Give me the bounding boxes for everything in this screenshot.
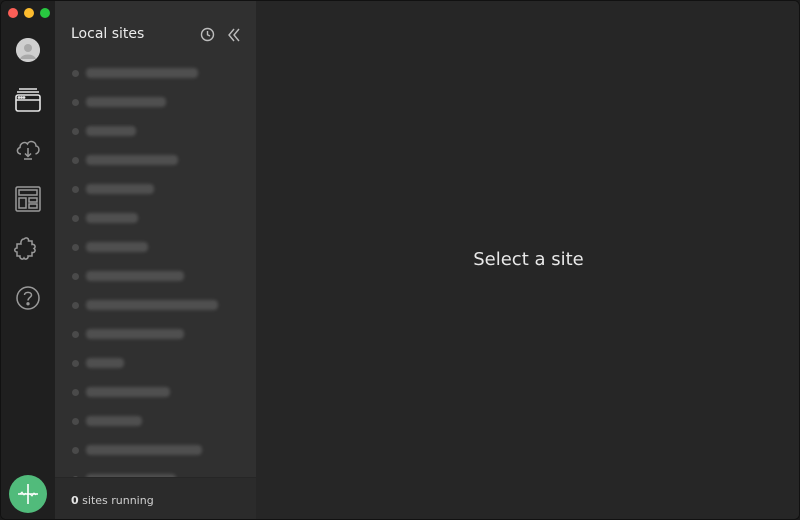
site-name-redacted <box>86 97 166 107</box>
avatar[interactable] <box>16 38 40 62</box>
site-name-redacted <box>86 445 202 455</box>
list-item[interactable] <box>55 175 256 204</box>
list-item[interactable] <box>55 233 256 262</box>
site-name-redacted <box>86 184 154 194</box>
help-icon[interactable] <box>14 284 42 312</box>
site-name-redacted <box>86 329 184 339</box>
add-site-button[interactable] <box>9 475 47 513</box>
site-name-redacted <box>86 271 184 281</box>
list-item[interactable] <box>55 88 256 117</box>
site-status-dot <box>72 331 79 338</box>
site-status-dot <box>72 273 79 280</box>
list-item[interactable] <box>55 378 256 407</box>
main-panel: Select a site <box>256 1 799 519</box>
list-item[interactable] <box>55 407 256 436</box>
minimize-window-button[interactable] <box>24 8 34 18</box>
blueprints-icon[interactable] <box>14 185 42 213</box>
site-status-dot <box>72 215 79 222</box>
window-controls <box>8 8 50 18</box>
close-window-button[interactable] <box>8 8 18 18</box>
list-item[interactable] <box>55 320 256 349</box>
cloud-download-icon[interactable] <box>14 135 42 163</box>
list-item[interactable] <box>55 59 256 88</box>
site-name-redacted <box>86 387 170 397</box>
site-name-redacted <box>86 358 124 368</box>
sites-running-status: 0 sites running <box>71 494 154 507</box>
list-item[interactable] <box>55 291 256 320</box>
site-status-dot <box>72 302 79 309</box>
site-status-dot <box>72 157 79 164</box>
list-item[interactable] <box>55 204 256 233</box>
sites-sidebar: Local sites 0 sites running <box>55 1 256 519</box>
site-status-dot <box>72 70 79 77</box>
plus-icon <box>18 484 38 504</box>
site-status-dot <box>72 186 79 193</box>
sites-running-label: sites running <box>78 494 154 507</box>
sites-icon[interactable] <box>14 86 42 114</box>
site-status-dot <box>72 360 79 367</box>
site-status-dot <box>72 447 79 454</box>
list-item[interactable] <box>55 436 256 465</box>
sites-running-count: 0 <box>71 494 79 507</box>
sidebar-footer: 0 sites running <box>55 477 256 519</box>
app-window: Local sites 0 sites running Select a sit… <box>0 0 800 520</box>
collapse-sidebar-icon[interactable] <box>227 27 241 46</box>
navigation-rail <box>1 1 55 519</box>
list-item[interactable] <box>55 349 256 378</box>
site-status-dot <box>72 244 79 251</box>
site-list <box>55 59 256 477</box>
site-status-dot <box>72 99 79 106</box>
list-item[interactable] <box>55 146 256 175</box>
list-item[interactable] <box>55 117 256 146</box>
list-item[interactable] <box>55 465 256 477</box>
site-name-redacted <box>86 126 136 136</box>
site-status-dot <box>72 128 79 135</box>
empty-state-message: Select a site <box>473 249 584 270</box>
maximize-window-button[interactable] <box>40 8 50 18</box>
site-name-redacted <box>86 416 142 426</box>
site-name-redacted <box>86 300 218 310</box>
site-name-redacted <box>86 242 148 252</box>
site-name-redacted <box>86 213 138 223</box>
site-name-redacted <box>86 68 198 78</box>
history-icon[interactable] <box>200 27 215 46</box>
site-status-dot <box>72 418 79 425</box>
addons-icon[interactable] <box>14 235 42 263</box>
site-status-dot <box>72 389 79 396</box>
list-item[interactable] <box>55 262 256 291</box>
sidebar-title: Local sites <box>71 26 145 42</box>
site-name-redacted <box>86 155 178 165</box>
